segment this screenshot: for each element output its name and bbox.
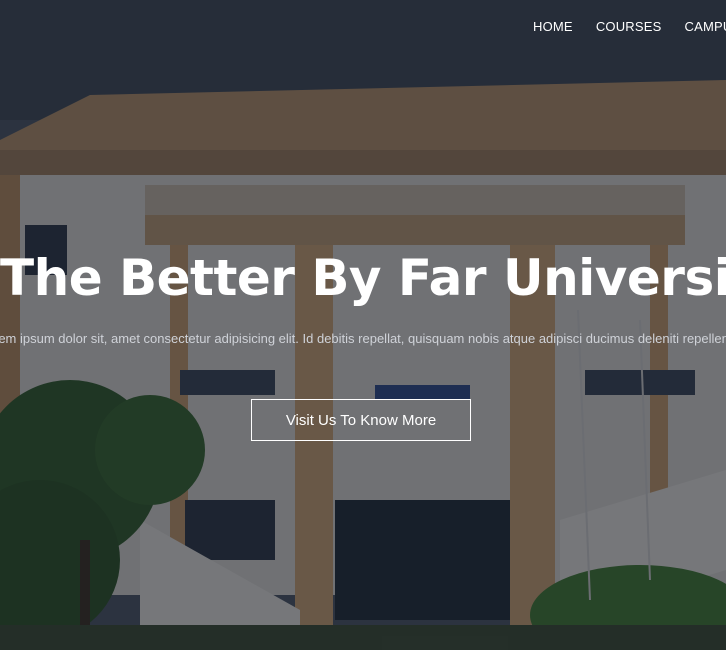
top-navigation: HOME COURSES CAMPUS [533, 19, 726, 34]
nav-item-home[interactable]: HOME [533, 19, 573, 34]
nav-item-courses[interactable]: COURSES [596, 19, 662, 34]
visit-us-button[interactable]: Visit Us To Know More [251, 399, 471, 441]
hero-subtitle: rem ipsum dolor sit, amet consectetur ad… [0, 331, 726, 346]
hero-section: HOME COURSES CAMPUS The Better By Far Un… [0, 0, 726, 650]
nav-item-campus[interactable]: CAMPUS [685, 19, 726, 34]
hero-title: The Better By Far University [0, 249, 726, 307]
dark-overlay [0, 0, 726, 650]
